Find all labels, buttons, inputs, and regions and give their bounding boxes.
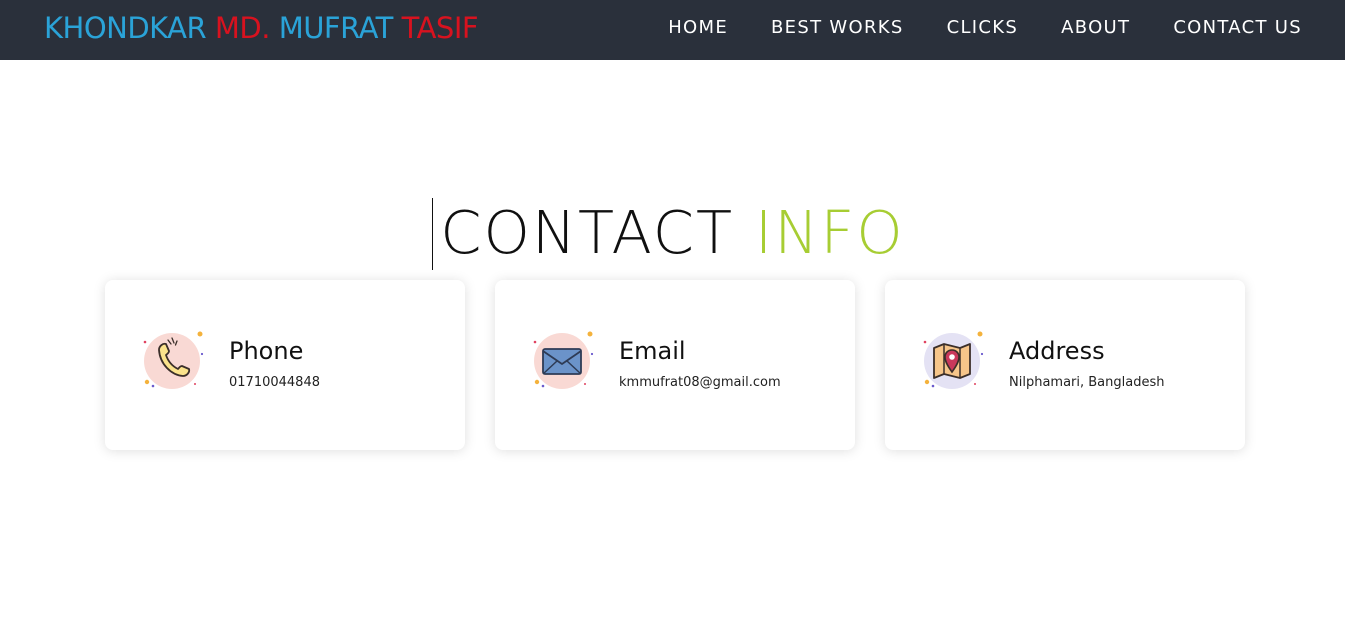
envelope-icon (529, 328, 595, 394)
card-title: Email (619, 337, 686, 365)
nav-contact-us[interactable]: CONTACT US (1173, 17, 1302, 38)
brand-logo[interactable]: KHONDKAR MD. MUFRAT TASIF (44, 11, 479, 45)
contact-card-email: Email kmmufrat08@gmail.com (495, 280, 855, 450)
phone-number[interactable]: 01710044848 (229, 375, 320, 390)
nav-about[interactable]: ABOUT (1061, 17, 1130, 38)
contact-card-phone: Phone 01710044848 (105, 280, 465, 450)
main-nav: HOME BEST WORKS CLICKS ABOUT CONTACT US (668, 17, 1302, 38)
navbar: KHONDKAR MD. MUFRAT TASIF HOME BEST WORK… (0, 0, 1345, 60)
phone-icon (139, 328, 205, 394)
nav-home[interactable]: HOME (668, 17, 728, 38)
contact-card-address: Address Nilphamari, Bangladesh (885, 280, 1245, 450)
page-title: CONTACT INFO (0, 196, 1345, 270)
nav-best-works[interactable]: BEST WORKS (771, 17, 904, 38)
page-title-part2: INFO (754, 198, 905, 267)
map-pin-icon (919, 328, 985, 394)
address-text: Nilphamari, Bangladesh (1009, 375, 1165, 390)
card-title: Phone (229, 337, 304, 365)
card-title: Address (1009, 337, 1105, 365)
brand-first-name: KHONDKAR (44, 11, 207, 45)
brand-middle-name: MUFRAT (278, 11, 394, 45)
nav-clicks[interactable]: CLICKS (947, 17, 1019, 38)
page-title-part1: CONTACT (440, 198, 735, 267)
brand-last-name: TASIF (401, 11, 479, 45)
brand-middle-initial: MD. (214, 11, 271, 45)
email-address[interactable]: kmmufrat08@gmail.com (619, 375, 781, 390)
